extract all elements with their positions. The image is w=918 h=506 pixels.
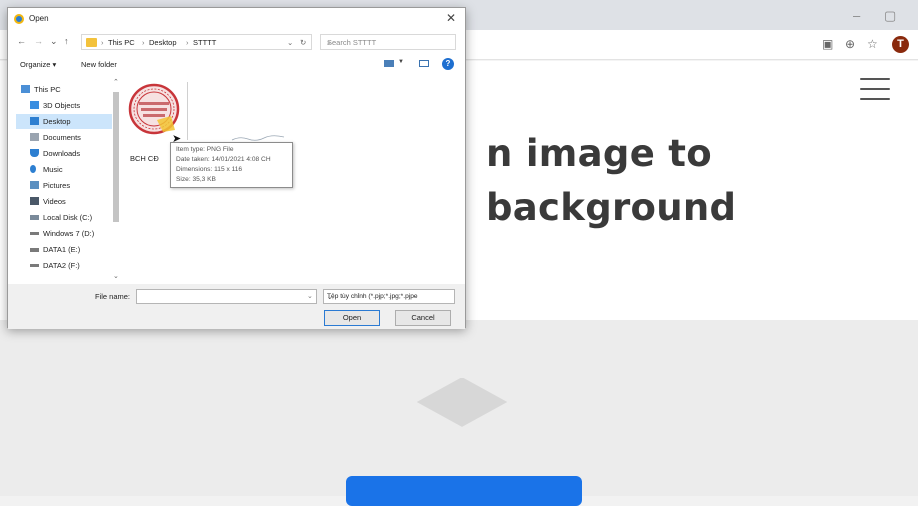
- file-name-label[interactable]: BCH CĐ: [130, 154, 159, 163]
- breadcrumb-desktop[interactable]: Desktop: [149, 38, 177, 47]
- pictures-icon: [30, 181, 39, 189]
- new-folder-button[interactable]: New folder: [81, 60, 117, 69]
- drive-icon: [30, 215, 39, 220]
- file-type-value: Tệp tùy chỉnh (*.pjp;*.jpg;*.pjpe: [327, 293, 418, 300]
- command-bar: Organize ▾ New folder ▼ ?: [8, 56, 465, 74]
- file-thumbnail-partial-icon: [231, 135, 285, 141]
- nav-item-music[interactable]: Music: [16, 162, 112, 177]
- nav-item-data1-e[interactable]: DATA1 (E:): [16, 242, 112, 257]
- nav-item-downloads[interactable]: Downloads: [16, 146, 112, 161]
- scroll-up-icon[interactable]: ⌃: [113, 78, 119, 86]
- file-type-select[interactable]: Tệp tùy chỉnh (*.pjp;*.jpg;*.pjpe ⌄: [323, 289, 455, 304]
- bookmark-star-icon[interactable]: ☆: [867, 37, 878, 51]
- downloads-icon: [30, 149, 39, 157]
- nav-item-data2-f[interactable]: DATA2 (F:): [16, 258, 112, 273]
- tooltip-date-taken: Date taken: 14/01/2021 4:08 CH: [176, 156, 271, 163]
- page-headline-line-2: background: [486, 186, 737, 229]
- folder-icon: [86, 38, 97, 47]
- recent-dropdown-icon[interactable]: ⌄: [50, 36, 58, 47]
- file-tooltip: Item type: PNG File Date taken: 14/01/20…: [170, 142, 293, 188]
- view-options-icon[interactable]: [384, 60, 394, 67]
- up-arrow-icon[interactable]: ↑: [64, 36, 69, 46]
- minimize-button[interactable]: –: [853, 8, 860, 23]
- open-file-dialog: Open ✕ ← → ⌄ ↑ › This PC › Desktop › STT…: [7, 7, 466, 329]
- preview-pane-icon[interactable]: [419, 60, 429, 67]
- pc-icon: [21, 85, 30, 93]
- page-headline-line-1: n image to: [486, 132, 712, 175]
- dialog-footer: File name: ⌄ Tệp tùy chỉnh (*.pjp;*.jpg;…: [8, 284, 465, 329]
- nav-item-videos[interactable]: Videos: [16, 194, 112, 209]
- nav-item-documents[interactable]: Documents: [16, 130, 112, 145]
- search-icon: ⌕: [327, 38, 332, 47]
- scrollbar-thumb[interactable]: [113, 92, 119, 222]
- scroll-down-icon[interactable]: ⌄: [113, 272, 119, 280]
- view-dropdown-icon[interactable]: ▼: [398, 59, 404, 65]
- address-bar[interactable]: › This PC › Desktop › STTTT ⌄ ↻: [81, 34, 312, 50]
- tooltip-item-type: Item type: PNG File: [176, 146, 234, 153]
- maximize-button[interactable]: ▢: [884, 8, 896, 24]
- search-placeholder: Search STTTT: [327, 38, 377, 47]
- videos-icon: [30, 197, 39, 205]
- menu-icon[interactable]: [860, 78, 890, 102]
- address-dropdown-icon[interactable]: ⌄: [287, 38, 293, 47]
- organize-button[interactable]: Organize ▾: [20, 60, 56, 69]
- drive-icon: [30, 264, 39, 267]
- dialog-nav-row: ← → ⌄ ↑ › This PC › Desktop › STTTT ⌄ ↻ …: [8, 32, 465, 52]
- upload-image-button[interactable]: [346, 476, 582, 506]
- profile-avatar[interactable]: T: [892, 36, 909, 53]
- back-arrow-icon[interactable]: ←: [17, 36, 26, 46]
- music-icon: [30, 165, 36, 173]
- chrome-icon: [14, 14, 24, 24]
- forward-arrow-icon[interactable]: →: [34, 36, 43, 46]
- tooltip-size: Size: 35,3 KB: [176, 176, 216, 183]
- navigation-pane: This PC 3D Objects Desktop Documents Dow…: [16, 78, 119, 284]
- search-input[interactable]: Search STTTT ⌕: [320, 34, 456, 50]
- tooltip-dimensions: Dimensions: 115 x 116: [176, 166, 243, 173]
- nav-item-local-disk-c[interactable]: Local Disk (C:): [16, 210, 112, 225]
- open-button[interactable]: Open: [324, 310, 380, 326]
- file-name-dropdown-icon[interactable]: ⌄: [307, 292, 313, 300]
- dialog-title: Open: [29, 14, 49, 23]
- zoom-icon[interactable]: ⊕: [845, 37, 855, 51]
- breadcrumb-sttt[interactable]: STTTT: [193, 38, 216, 47]
- nav-item-3d-objects[interactable]: 3D Objects: [16, 98, 112, 113]
- drive-icon: [30, 232, 39, 235]
- refresh-icon[interactable]: ↻: [300, 38, 306, 47]
- nav-item-pictures[interactable]: Pictures: [16, 178, 112, 193]
- nav-item-this-pc[interactable]: This PC: [16, 82, 112, 97]
- documents-icon: [30, 133, 39, 141]
- 3d-objects-icon: [30, 101, 39, 109]
- dialog-title-bar: Open ✕: [8, 8, 465, 30]
- file-name-label-text: File name:: [95, 292, 131, 301]
- upload-illustration-icon: [416, 378, 508, 428]
- cancel-button[interactable]: Cancel: [395, 310, 451, 326]
- file-type-dropdown-icon: ⌄: [327, 294, 333, 301]
- file-list: ➤ BCH CĐ Item type: PNG File Date taken:…: [120, 76, 460, 286]
- desktop-icon: [30, 117, 39, 125]
- translate-icon[interactable]: ▣: [822, 37, 833, 51]
- close-icon[interactable]: ✕: [446, 11, 456, 25]
- help-icon[interactable]: ?: [442, 58, 454, 70]
- nav-item-desktop[interactable]: Desktop: [16, 114, 112, 129]
- nav-item-windows-7-d[interactable]: Windows 7 (D:): [16, 226, 112, 241]
- drive-icon: [30, 248, 39, 252]
- file-name-input[interactable]: ⌄: [136, 289, 317, 304]
- breadcrumb-this-pc[interactable]: This PC: [108, 38, 135, 47]
